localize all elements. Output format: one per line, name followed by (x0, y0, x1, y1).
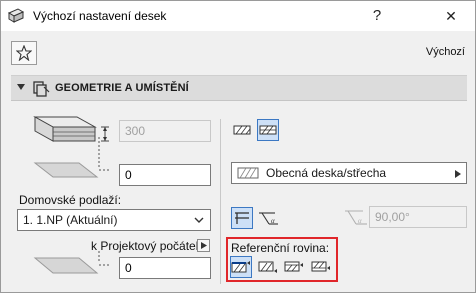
custom-angle-edge-button[interactable]: α (257, 207, 279, 229)
structure-name: Obecná deska/střecha (266, 166, 387, 180)
dashed-guide-line (98, 251, 100, 261)
column-divider (220, 119, 221, 284)
window-title: Výchozí nastavení desek (33, 9, 167, 23)
project-zero-label: k Projektový počátek (91, 239, 202, 253)
triangle-right-icon (455, 170, 461, 178)
ref-plane-core-top-icon (284, 261, 303, 272)
default-label: Výchozí (425, 46, 465, 58)
ref-plane-core-bottom-button[interactable] (310, 256, 332, 278)
svg-text:α: α (271, 217, 275, 225)
project-zero-input[interactable]: 0 (119, 257, 211, 279)
composite-fill-icon (237, 167, 259, 179)
ref-plane-core-bottom-icon (311, 261, 330, 272)
ref-plane-bottom-icon (258, 261, 277, 273)
angle-disabled-icon: α (345, 210, 367, 225)
thickness-input[interactable]: 300 (119, 120, 211, 142)
perpendicular-edge-icon (235, 212, 249, 224)
angle-edge-icon: α (259, 212, 278, 225)
slab-app-icon (8, 8, 24, 23)
home-story-label: Domovské podlaží: (19, 193, 122, 207)
ref-plane-bottom-button[interactable] (257, 256, 279, 278)
geometry-placement-icon (33, 81, 50, 97)
ref-plane-core-top-button[interactable] (283, 256, 305, 278)
structure-select[interactable]: Obecná deska/střecha (231, 162, 467, 184)
perpendicular-edge-button[interactable] (231, 207, 253, 229)
dialog-window: Výchozí nastavení desek ? ✕ Výchozí GEOM… (0, 0, 476, 293)
home-story-select[interactable]: 1. 1.NP (Aktuální) (17, 209, 211, 231)
composite-structure-button[interactable] (257, 119, 279, 141)
collapse-triangle-icon[interactable] (17, 84, 25, 90)
ref-plane-top-button[interactable] (230, 256, 252, 278)
basic-structure-button[interactable] (231, 119, 253, 141)
hatch-basic-icon (233, 125, 251, 135)
hatch-composite-icon (259, 125, 277, 135)
reference-level-menu-button[interactable] (197, 239, 210, 252)
favorites-button[interactable] (11, 41, 37, 65)
offset-input[interactable]: 0 (119, 164, 211, 186)
star-icon (16, 45, 32, 61)
slab-offset-plane-icon (33, 162, 111, 178)
ref-plane-top-icon (231, 261, 250, 273)
title-bar: Výchozí nastavení desek ? ✕ (1, 1, 475, 31)
triangle-right-icon (201, 242, 207, 249)
edge-angle-input[interactable]: 90,00° (369, 206, 467, 228)
help-button[interactable]: ? (357, 3, 397, 29)
home-story-value: 1. 1.NP (Aktuální) (23, 213, 118, 227)
reference-plane-label: Referenční rovina: (231, 241, 330, 255)
svg-text:α: α (358, 217, 362, 225)
close-button[interactable]: ✕ (431, 3, 471, 29)
panel-header-geometry[interactable]: GEOMETRIE A UMÍSTĚNÍ (11, 75, 467, 101)
chevron-down-icon (194, 217, 204, 223)
panel-title: GEOMETRIE A UMÍSTĚNÍ (55, 82, 189, 94)
